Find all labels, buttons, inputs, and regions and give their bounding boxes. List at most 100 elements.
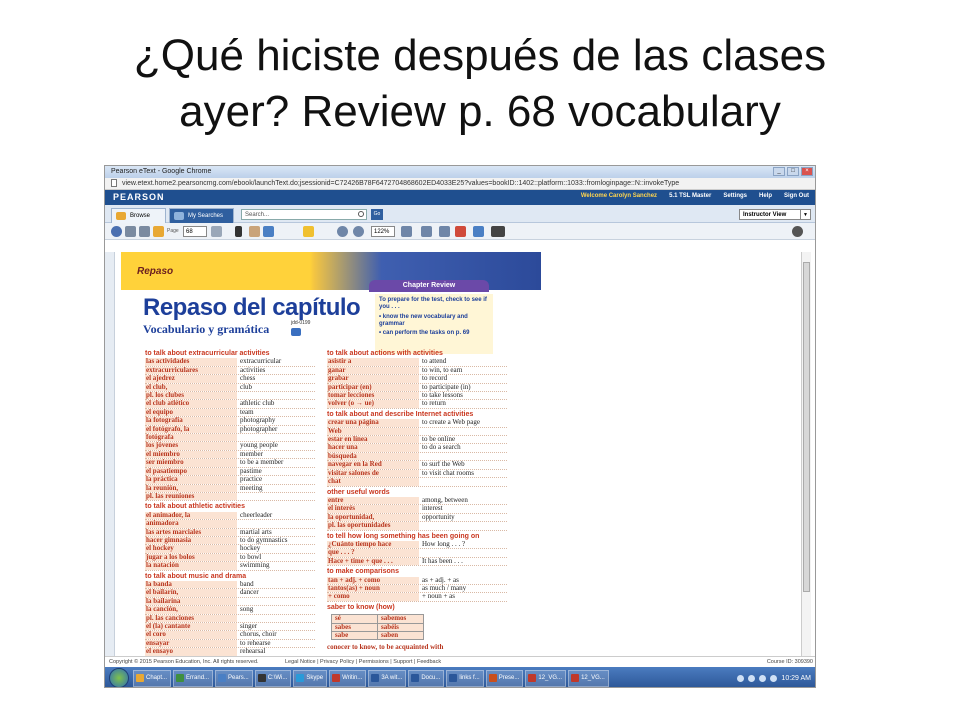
page-number-input[interactable]: 68 xyxy=(183,226,207,237)
taskbar-item[interactable]: Pears... xyxy=(215,669,253,687)
spanish-term: tomar lecciones xyxy=(327,392,419,400)
chapter-review-tab: Chapter Review xyxy=(369,280,489,292)
url-text[interactable]: view.etext.home2.pearsoncmg.com/ebook/la… xyxy=(122,180,679,187)
taskbar-item[interactable]: C:\Wi... xyxy=(254,669,292,687)
spanish-term: volver (o → ue) xyxy=(327,400,419,408)
app-icon xyxy=(411,673,420,682)
taskbar-item[interactable]: Chapt... xyxy=(133,669,172,687)
collapse-strip[interactable] xyxy=(105,252,115,656)
home-icon[interactable] xyxy=(111,226,122,237)
taskbar-item[interactable]: Writin... xyxy=(329,669,367,687)
english-gloss: cheerleader xyxy=(240,511,273,519)
spanish-term: fotógrafa xyxy=(145,434,237,442)
two-page-icon[interactable] xyxy=(211,226,222,237)
maximize-button[interactable]: □ xyxy=(787,167,799,176)
tab-row: Browse My Searches Search... Go Instruct… xyxy=(105,205,815,223)
link-icon[interactable] xyxy=(473,226,484,237)
settings-link[interactable]: Settings xyxy=(723,193,747,199)
taskbar-item[interactable]: 3A wit... xyxy=(368,669,407,687)
spanish-term: ensayar xyxy=(145,639,237,648)
bookmark-icon[interactable] xyxy=(455,226,466,237)
vocab-row: Hace + time + que . . . It has been . . . xyxy=(327,557,507,567)
english-gloss: to do gymnastics xyxy=(240,536,288,544)
audio-icon[interactable] xyxy=(792,226,803,237)
tabs-icon[interactable] xyxy=(153,226,164,237)
fit-page-icon[interactable] xyxy=(421,226,432,237)
zoom-level-input[interactable]: 122% xyxy=(371,226,395,237)
taskbar-item-label: Prese... xyxy=(498,674,520,681)
fit-width-icon[interactable] xyxy=(401,226,412,237)
vocab-row: el hockey hockey xyxy=(145,545,315,554)
english-gloss xyxy=(419,522,507,529)
speaker-icon[interactable] xyxy=(291,328,301,336)
vocab-row: las artes marciales martial arts xyxy=(145,528,315,537)
highlighter-icon[interactable] xyxy=(303,226,314,237)
search-placeholder: Search... xyxy=(245,212,270,218)
scrollbar-thumb[interactable] xyxy=(803,262,810,592)
vocab-row: el coro chorus, choir xyxy=(145,631,315,640)
go-button[interactable]: Go xyxy=(371,209,383,220)
english-gloss: to record xyxy=(422,375,448,383)
english-gloss: How long . . . ? xyxy=(422,540,466,548)
english-gloss: to do a search xyxy=(422,444,461,452)
close-button[interactable]: × xyxy=(801,167,813,176)
pen-icon[interactable] xyxy=(263,226,274,237)
english-gloss: to win, to earn xyxy=(422,366,463,374)
app-icon xyxy=(488,673,497,682)
fullscreen-icon[interactable] xyxy=(439,226,450,237)
taskbar-item[interactable]: Skype xyxy=(293,669,328,687)
tray-icon[interactable] xyxy=(737,674,745,682)
table-row: sabe saben xyxy=(331,630,424,641)
vocab-row: búsqueda xyxy=(327,452,507,462)
view-select[interactable]: Instructor View ▼ xyxy=(739,209,811,220)
english-gloss: photographer xyxy=(240,425,278,433)
english-gloss: to be a member xyxy=(240,459,284,467)
pointer-icon[interactable] xyxy=(235,226,242,237)
folder-icon xyxy=(116,212,126,220)
spanish-term: jugar a los bolos xyxy=(145,553,237,562)
english-gloss: to take lessons xyxy=(422,392,463,400)
tab-my-searches-label: My Searches xyxy=(188,213,224,219)
vocab-row: los jóvenes young people xyxy=(145,442,315,451)
taskbar-item[interactable]: Errand... xyxy=(173,669,214,687)
taskbar-item[interactable]: Prese... xyxy=(485,669,524,687)
spanish-term: entre xyxy=(327,496,419,505)
taskbar-item[interactable]: 12_VG... xyxy=(525,669,567,687)
tray-icon[interactable] xyxy=(748,674,756,682)
english-gloss: martial arts xyxy=(240,528,272,536)
vocab-row: jugar a los bolos to bowl xyxy=(145,553,315,563)
vocab-row: la reunión, meeting xyxy=(145,484,315,493)
tab-my-searches[interactable]: My Searches xyxy=(169,208,234,223)
spanish-term: la canción, xyxy=(145,606,237,614)
taskbar-item[interactable]: 12_VG... xyxy=(568,669,609,687)
taskbar-item[interactable]: Docu... xyxy=(408,669,445,687)
back-icon[interactable] xyxy=(125,226,136,237)
vocab-row: estar en línea to be online xyxy=(327,436,507,445)
hand-icon[interactable] xyxy=(249,226,260,237)
zoom-out-icon[interactable] xyxy=(353,226,364,237)
minimize-button[interactable]: _ xyxy=(773,167,785,176)
tray-icon[interactable] xyxy=(759,674,767,682)
address-bar[interactable]: view.etext.home2.pearsoncmg.com/ebook/la… xyxy=(105,178,815,190)
start-button[interactable] xyxy=(109,668,129,687)
tray-icon[interactable] xyxy=(770,674,778,682)
sign-out-link[interactable]: Sign Out xyxy=(784,193,809,199)
view-select-value: Instructor View xyxy=(743,212,787,218)
audio-code: jdd-0199 xyxy=(291,320,311,326)
glasses-icon[interactable] xyxy=(491,226,505,237)
spanish-term: el coro xyxy=(145,631,237,639)
help-link[interactable]: Help xyxy=(759,193,772,199)
vocab-row: tomar lecciones to take lessons xyxy=(327,392,507,401)
search-input[interactable]: Search... xyxy=(241,209,367,220)
vertical-scrollbar[interactable] xyxy=(801,252,811,656)
forward-icon[interactable] xyxy=(139,226,150,237)
vocab-row: pl. las reuniones xyxy=(145,492,315,502)
english-gloss xyxy=(237,520,315,527)
section-heading: to talk about actions with activities xyxy=(327,350,443,357)
zoom-in-icon[interactable] xyxy=(337,226,348,237)
vocab-row: el fotógrafo, la photographer xyxy=(145,425,315,435)
english-gloss xyxy=(237,615,315,622)
taskbar-item[interactable]: links f... xyxy=(446,669,484,687)
tab-browse[interactable]: Browse xyxy=(111,208,166,223)
english-gloss: to participate (in) xyxy=(422,383,471,391)
